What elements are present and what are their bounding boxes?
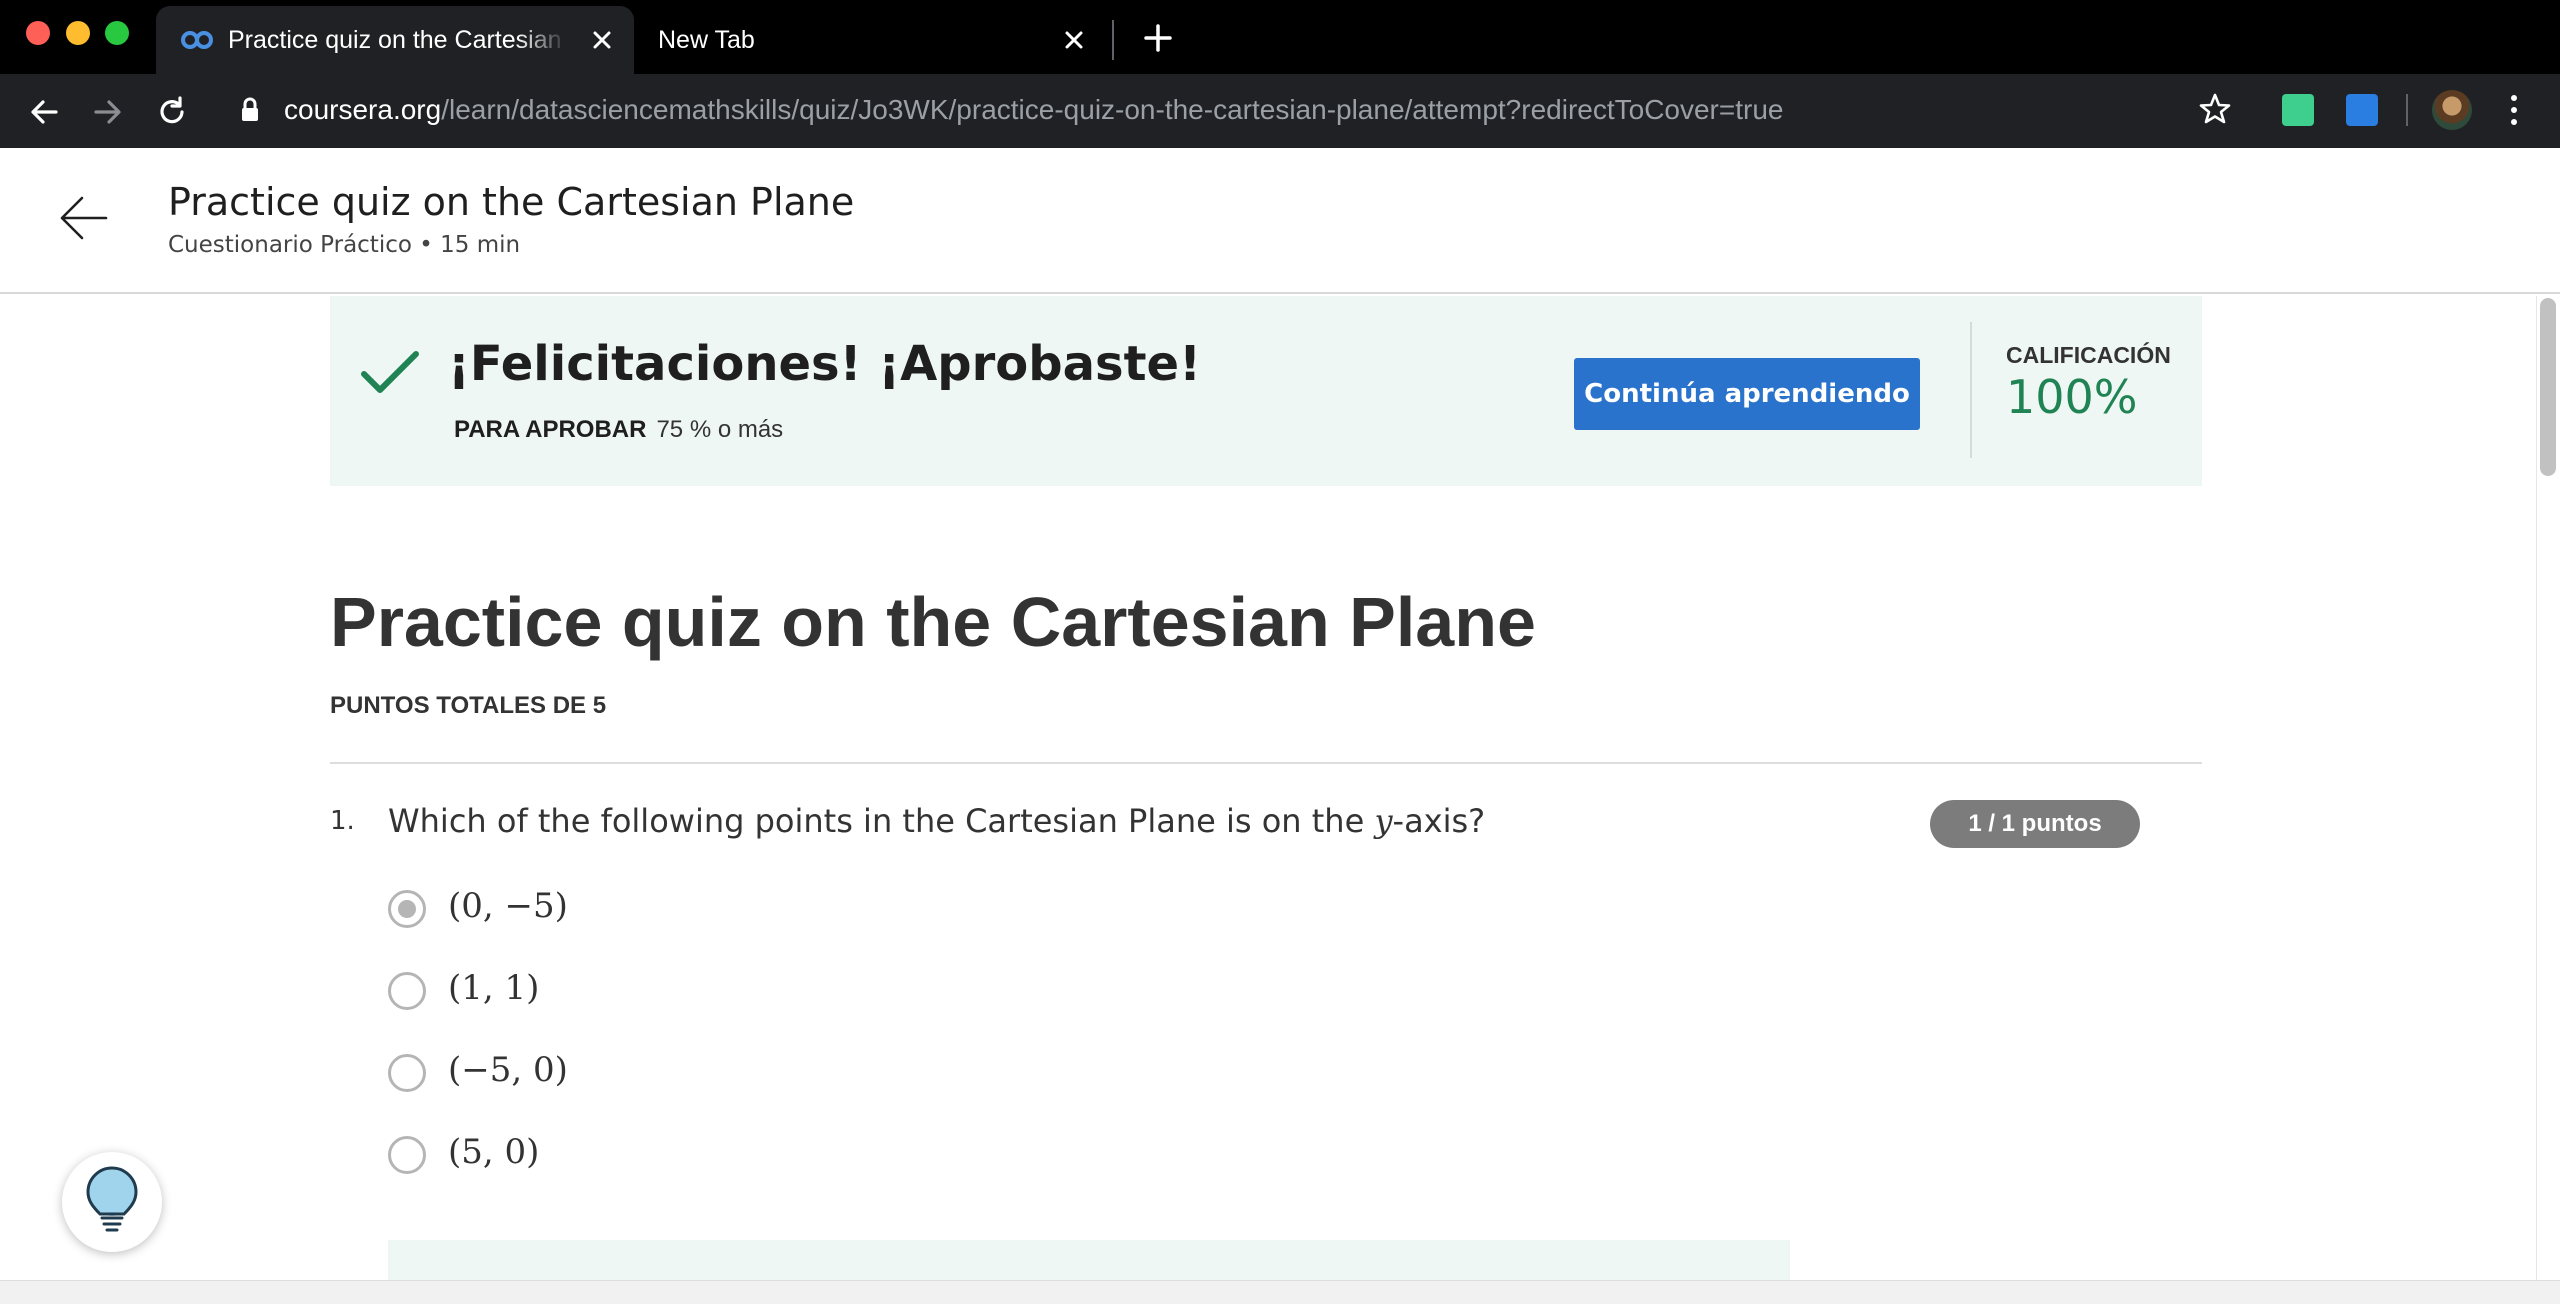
radio-button[interactable] xyxy=(388,1054,426,1092)
tab-title: New Tab xyxy=(658,26,755,54)
question-number: 1. xyxy=(330,806,355,836)
answer-option[interactable]: (5, 0) xyxy=(388,1132,988,1182)
question-text-part: -axis? xyxy=(1392,802,1486,840)
tab-separator xyxy=(1112,20,1114,60)
banner-divider xyxy=(1970,322,1972,458)
answer-option-label: (5, 0) xyxy=(448,1132,540,1172)
url-host: coursera.org xyxy=(284,94,442,125)
page-title: Practice quiz on the Cartesian Plane xyxy=(168,180,855,224)
checkmark-icon xyxy=(361,351,419,393)
browser-tab-new-tab[interactable]: New Tab xyxy=(636,6,1108,74)
new-tab-plus-icon[interactable] xyxy=(1142,22,1174,54)
browser-menu-icon[interactable] xyxy=(2506,92,2522,128)
answer-option[interactable]: (1, 1) xyxy=(388,968,988,1018)
pass-requirement-value: 75 % o más xyxy=(656,416,784,443)
arrow-left-icon[interactable] xyxy=(58,192,110,244)
url-text[interactable]: coursera.org/learn/datasciencemathskills… xyxy=(284,94,1783,126)
question-text: Which of the following points in the Car… xyxy=(388,802,1485,840)
main-content: ¡Felicitaciones! ¡Aprobaste! PARA APROBA… xyxy=(0,296,2536,1280)
answer-option[interactable]: (0, −5) xyxy=(388,886,988,936)
answer-option-label: (0, −5) xyxy=(448,886,568,926)
continue-learning-button[interactable]: Continúa aprendiendo xyxy=(1574,358,1920,430)
close-tab-icon[interactable] xyxy=(1060,26,1088,54)
answer-feedback-box xyxy=(388,1240,1790,1280)
grade-value: 100% xyxy=(2006,370,2138,424)
window-zoom-button[interactable] xyxy=(105,21,129,45)
extension-icon[interactable] xyxy=(2346,94,2378,126)
answer-option-label: (−5, 0) xyxy=(448,1050,568,1090)
reload-icon[interactable] xyxy=(154,94,190,130)
lightbulb-icon xyxy=(86,1166,138,1232)
pass-requirement-label: PARA APROBAR xyxy=(454,416,647,443)
browser-tab-bar: Practice quiz on the Cartesian Pl New Ta… xyxy=(0,0,2560,74)
question-points-badge: 1 / 1 puntos xyxy=(1930,800,2140,848)
pass-requirement: PARA APROBAR 75 % o más xyxy=(454,416,783,444)
tab-title: Practice quiz on the Cartesian Pl xyxy=(228,26,568,54)
quiz-meta: Cuestionario Práctico • 15 min xyxy=(168,232,521,258)
radio-button[interactable] xyxy=(388,890,426,928)
lock-icon xyxy=(242,97,258,121)
close-tab-icon[interactable] xyxy=(588,26,616,54)
forward-nav-icon[interactable] xyxy=(90,94,126,130)
quiz-page-header: Practice quiz on the Cartesian Plane Cue… xyxy=(0,148,2560,294)
browser-tab-active[interactable]: Practice quiz on the Cartesian Pl xyxy=(156,6,634,74)
coursera-logo-icon xyxy=(181,31,213,49)
section-divider xyxy=(330,762,2202,764)
total-points: PUNTOS TOTALES DE 5 xyxy=(330,692,607,719)
url-path: /learn/datasciencemathskills/quiz/Jo3WK/… xyxy=(441,94,1784,125)
toolbar-separator xyxy=(2406,94,2408,126)
help-button[interactable] xyxy=(62,1152,162,1252)
back-nav-icon[interactable] xyxy=(26,94,62,130)
answer-option-label: (1, 1) xyxy=(448,968,540,1008)
extension-icon[interactable] xyxy=(2282,94,2314,126)
radio-button[interactable] xyxy=(388,1136,426,1174)
window-close-button[interactable] xyxy=(26,21,50,45)
radio-button[interactable] xyxy=(388,972,426,1010)
quiz-title: Practice quiz on the Cartesian Plane xyxy=(330,583,1536,661)
answer-option[interactable]: (−5, 0) xyxy=(388,1050,988,1100)
grade-label: CALIFICACIÓN xyxy=(2006,342,2171,368)
question-variable: y xyxy=(1374,802,1393,840)
bookmark-star-icon[interactable] xyxy=(2198,92,2232,126)
question-text-part: Which of the following points in the Car… xyxy=(388,802,1375,840)
pass-title: ¡Felicitaciones! ¡Aprobaste! xyxy=(448,336,1201,392)
profile-avatar[interactable] xyxy=(2432,90,2472,130)
bottom-edge xyxy=(0,1280,2560,1304)
window-minimize-button[interactable] xyxy=(66,21,90,45)
scrollbar-thumb[interactable] xyxy=(2540,298,2556,476)
pass-banner: ¡Felicitaciones! ¡Aprobaste! PARA APROBA… xyxy=(330,296,2202,486)
